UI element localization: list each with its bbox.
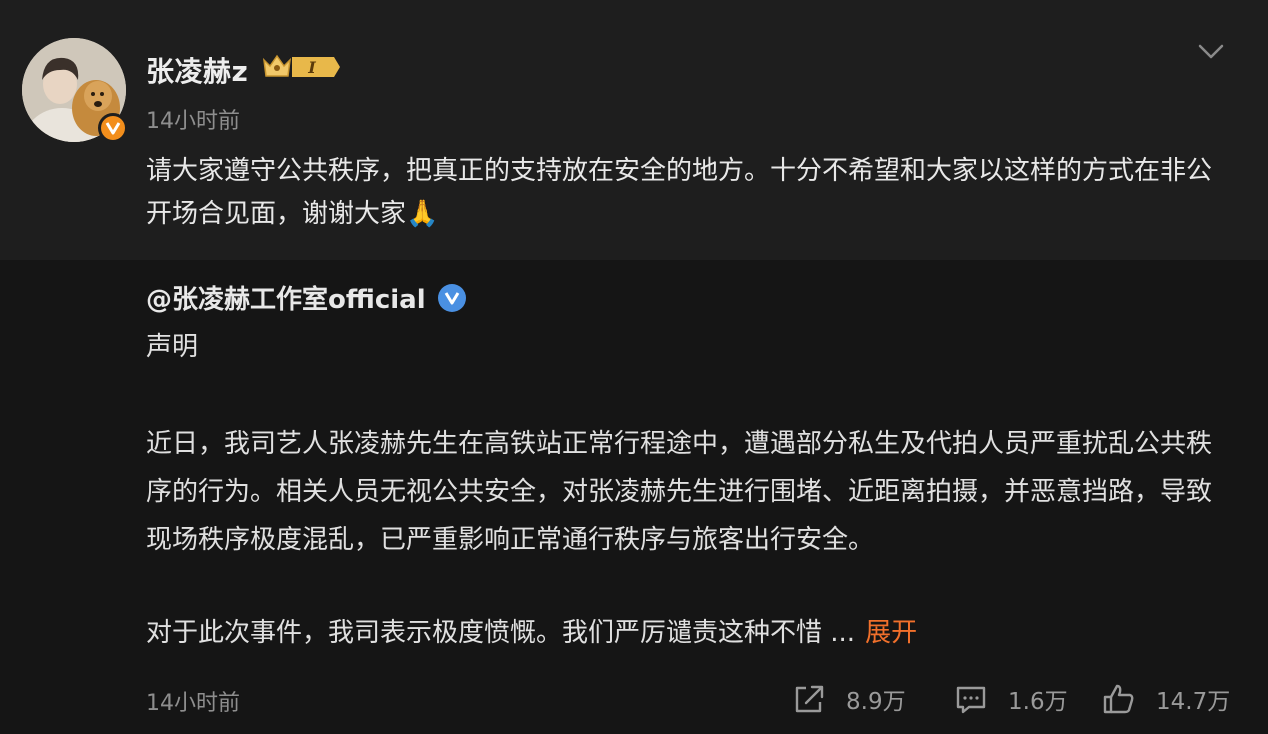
retweet-truncated-text: 对于此次事件，我司表示极度愤慨。我们严厉谴责这种不惜 ... [146,618,856,648]
retweet-body: 近日，我司艺人张凌赫先生在高铁站正常行程途中，遭遇部分私生及代拍人员严重扰乱公共… [146,429,1213,555]
crown-badge-icon[interactable]: I [262,52,342,86]
post-card: 张凌赫z I 14小时前 请大家遵守公共秩序，把真正的支持放在安全的地方。十分不… [0,0,1268,260]
retweet-time: 14小时前 [146,691,240,716]
post-text: 请大家遵守公共秩序，把真正的支持放在安全的地方。十分不希望和大家以这样的方式在非… [146,156,1213,229]
share-count: 8.9万 [846,689,906,715]
expand-link[interactable]: 展开 [865,618,917,648]
like-button[interactable]: 14.7万 [1102,682,1230,716]
avatar-container[interactable] [22,38,128,143]
username[interactable]: 张凌赫z [146,50,248,90]
retweet-title: 声明 [146,332,199,362]
verified-blue-icon [437,283,466,312]
share-icon [795,685,824,713]
like-icon [1103,684,1134,714]
post-time: 14小时前 [146,109,240,134]
comment-button[interactable]: 1.6万 [954,682,1068,716]
chevron-down-icon[interactable] [1196,40,1226,64]
retweet-author[interactable]: @张凌赫工作室official [146,279,466,316]
comment-count: 1.6万 [1008,689,1068,715]
share-button[interactable]: 8.9万 [792,682,906,716]
verified-orange-icon [98,113,128,143]
retweet-last-line: 对于此次事件，我司表示极度愤慨。我们严厉谴责这种不惜 ... 展开 [146,612,917,649]
like-count: 14.7万 [1156,689,1231,715]
retweet-author-name[interactable]: @张凌赫工作室official [146,279,426,316]
badge-level: I [307,58,316,77]
comment-icon [956,686,986,714]
